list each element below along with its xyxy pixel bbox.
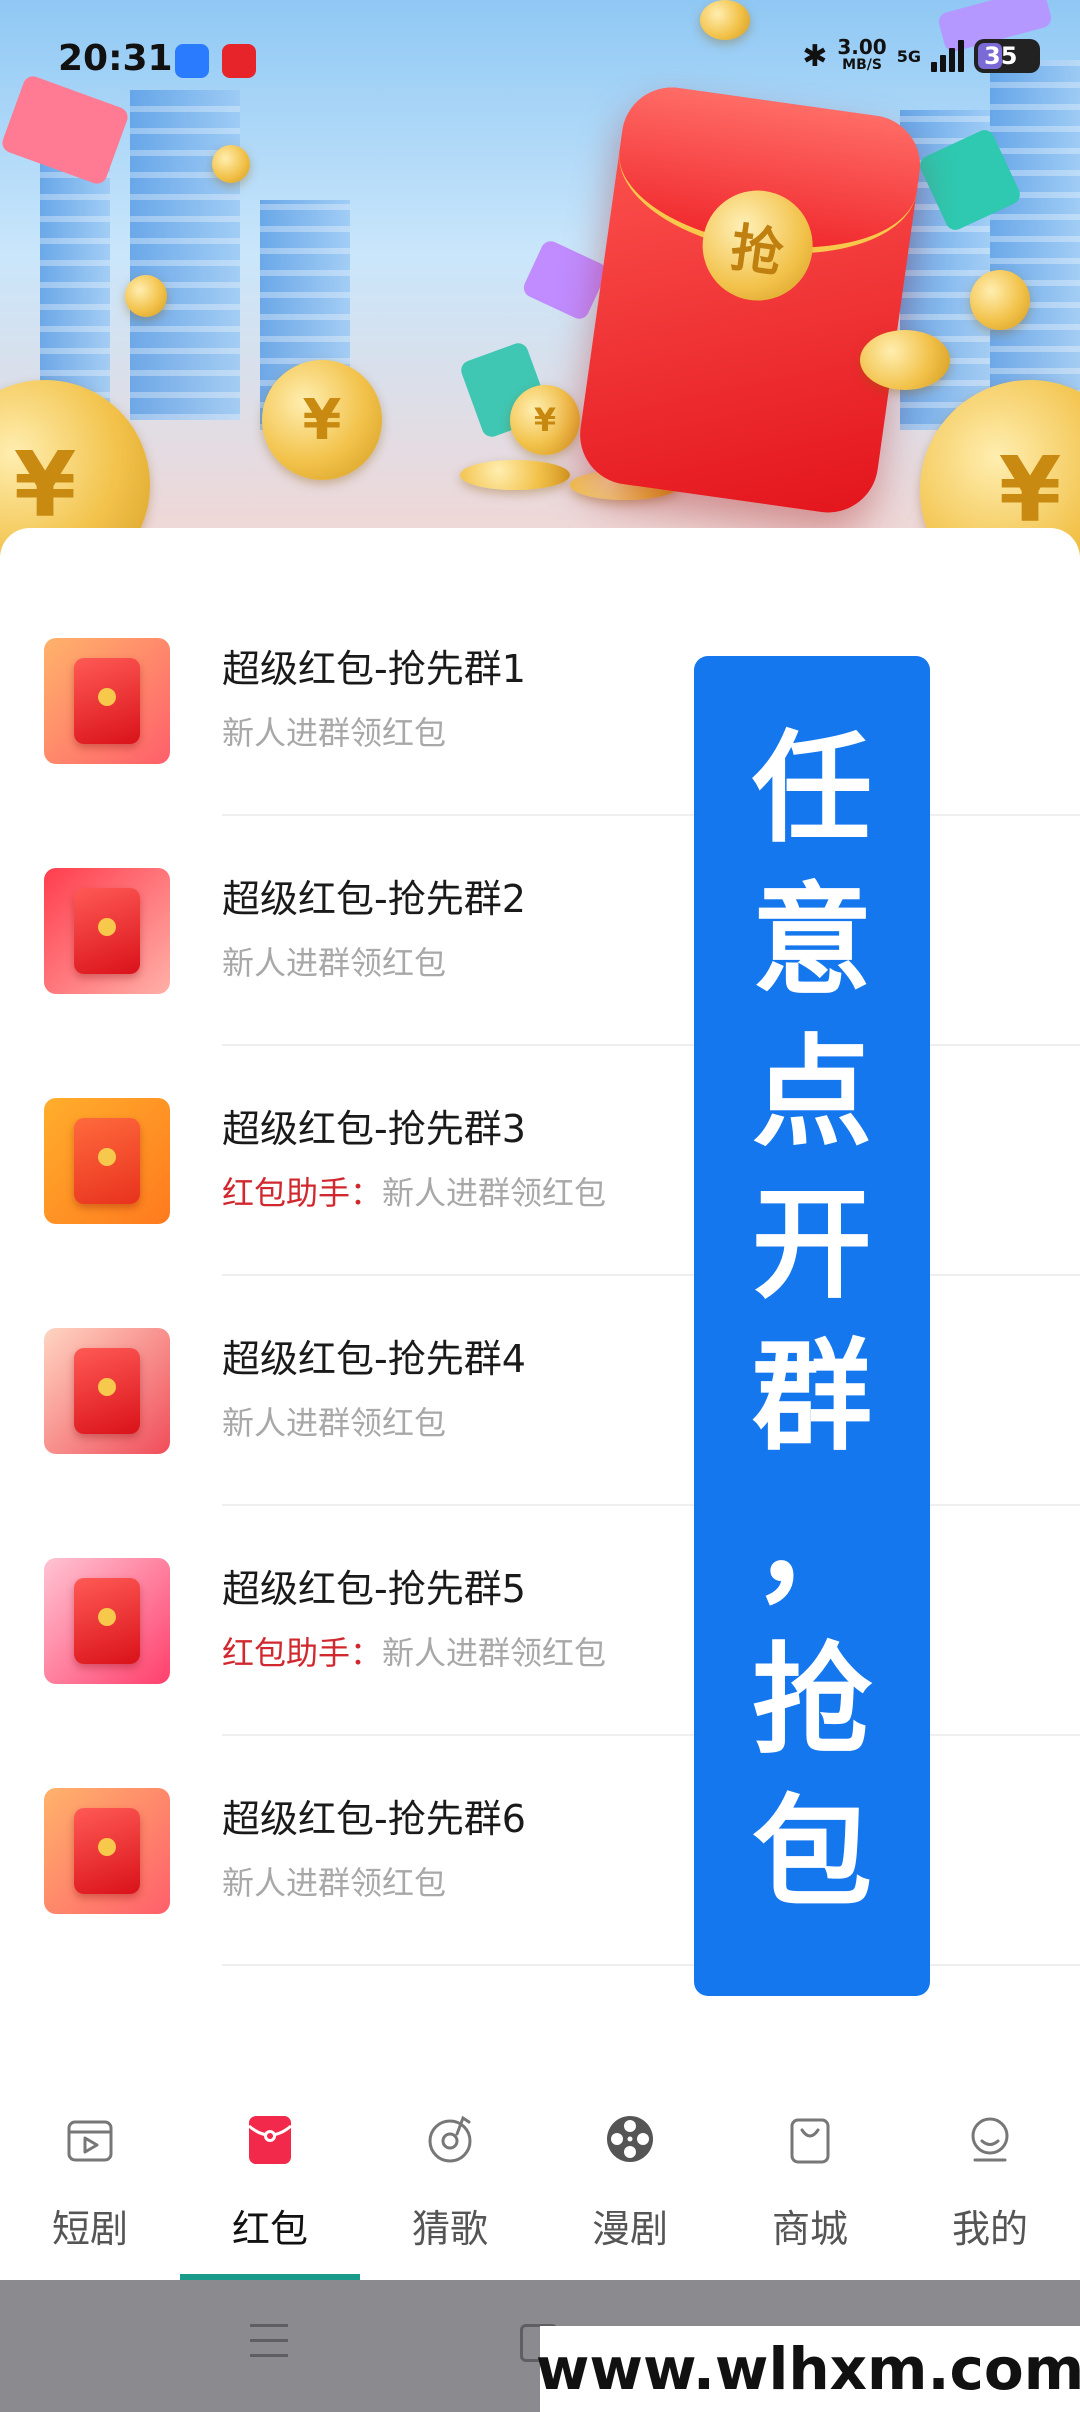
group-thumbnail [44, 1098, 170, 1224]
coin-decoration [970, 270, 1030, 330]
profile-icon [971, 2117, 1009, 2162]
tab-label: 我的 [951, 2207, 1028, 2251]
coin-decoration [212, 145, 250, 183]
play-card-icon [67, 2120, 113, 2162]
music-disc-icon [428, 2115, 472, 2163]
overlay-char: 抢 [752, 1632, 872, 1771]
recent-apps-button[interactable] [250, 2324, 288, 2360]
group-thumbnail [44, 638, 170, 764]
notification-app-icon [175, 44, 209, 78]
tab-short-drama[interactable]: 短剧 [0, 2080, 180, 2280]
film-reel-icon [607, 2116, 653, 2162]
overlay-char: 开 [752, 1176, 872, 1315]
shopping-bag-icon [790, 2118, 830, 2164]
signal-icon [931, 40, 964, 72]
overlay-char: 意 [752, 872, 872, 1011]
group-subtitle: 新人进群领红包 [222, 944, 447, 982]
group-subtitle: 红包助手：新人进群领红包 [222, 1174, 607, 1212]
group-title: 超级红包-抢先群2 [222, 877, 526, 921]
tab-label: 短剧 [51, 2207, 128, 2251]
tab-label: 商城 [771, 2207, 848, 2251]
divider [222, 1964, 1080, 1966]
coin-decoration [125, 275, 167, 317]
status-time: 20:31 [58, 38, 173, 79]
group-subtitle: 新人进群领红包 [222, 1404, 447, 1442]
tab-label: 漫剧 [591, 2207, 668, 2251]
group-thumbnail [44, 1328, 170, 1454]
group-title: 超级红包-抢先群6 [222, 1797, 526, 1841]
group-subtitle: 红包助手：新人进群领红包 [222, 1634, 607, 1672]
group-subtitle: 新人进群领红包 [222, 1864, 447, 1902]
building-decoration [130, 90, 240, 420]
tab-red-packet[interactable]: 红包 [180, 2080, 360, 2280]
group-subtitle: 新人进群领红包 [222, 714, 447, 752]
tab-label: 红包 [231, 2207, 308, 2251]
group-title: 超级红包-抢先群3 [222, 1107, 526, 1151]
coin-stack-decoration [460, 460, 570, 490]
status-bar: 20:31 ✱ 3.00 MB/S 5G 35 [0, 0, 1080, 120]
group-title: 超级红包-抢先群1 [222, 647, 526, 691]
overlay-char: 包 [752, 1784, 872, 1923]
coin-decoration: ¥ [262, 360, 382, 480]
red-packet-icon [248, 2116, 292, 2164]
tab-mine[interactable]: 我的 [900, 2080, 1080, 2280]
coin-decoration [860, 330, 950, 390]
coin-decoration: ¥ [510, 385, 580, 455]
tab-guess-song[interactable]: 猜歌 [360, 2080, 540, 2280]
overlay-char: 任 [752, 720, 872, 859]
tab-mall[interactable]: 商城 [720, 2080, 900, 2280]
network-type: 5G [896, 46, 921, 66]
group-title: 超级红包-抢先群5 [222, 1567, 526, 1611]
network-speed: 3.00 MB/S [837, 35, 887, 73]
group-thumbnail [44, 1558, 170, 1684]
group-title: 超级红包-抢先群4 [222, 1337, 526, 1381]
watermark-text: www.wlhxm.com [536, 2326, 1080, 2412]
group-thumbnail [44, 868, 170, 994]
red-packet-illustration: 抢 [573, 81, 927, 519]
notification-app-icon [222, 44, 256, 78]
bluetooth-icon: ✱ [802, 38, 828, 74]
group-thumbnail [44, 1788, 170, 1914]
overlay-char: ， [752, 1480, 872, 1619]
tab-comic-drama[interactable]: 漫剧 [540, 2080, 720, 2280]
bottom-tab-bar: 短剧 红包 猜歌 漫剧 商城 我的 [0, 2080, 1080, 2280]
overlay-char: 群 [752, 1328, 872, 1467]
tab-label: 猜歌 [411, 2207, 488, 2251]
overlay-char: 点 [752, 1024, 872, 1163]
battery-icon: 35 [974, 39, 1040, 73]
promo-overlay-banner: 任 意 点 开 群 ， 抢 包 [694, 656, 930, 1996]
